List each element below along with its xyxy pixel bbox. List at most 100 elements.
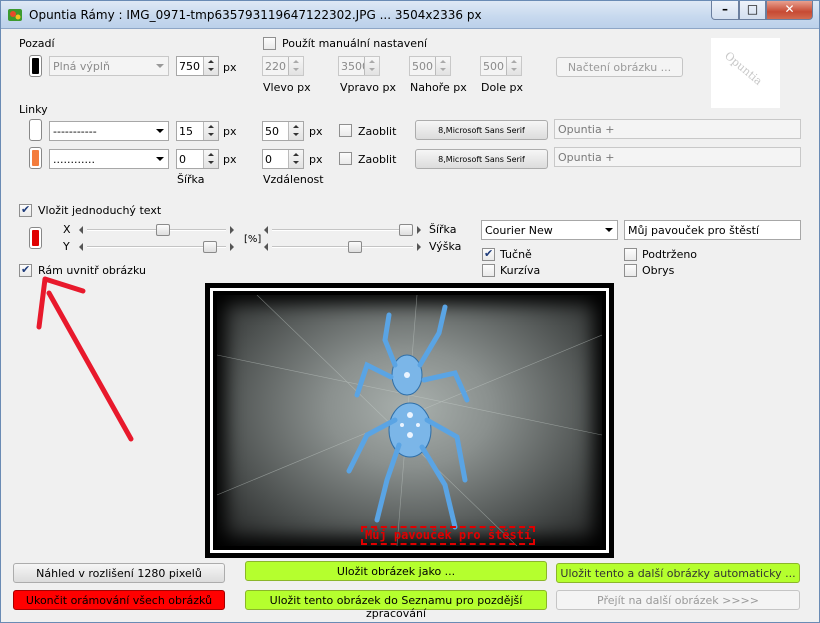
spin-arrows-icon[interactable] [435,57,450,75]
annotation-arrow [36,276,134,442]
italic-label: Kurzíva [500,264,541,277]
background-fill-value: Plná výplň [53,60,110,73]
y-label: Y [63,240,70,253]
left-arrow-icon[interactable] [79,243,83,251]
left-arrow-icon[interactable] [264,243,268,251]
line1-width-unit: px [223,125,237,138]
spin-arrows-icon[interactable] [364,57,379,75]
line1-style-select[interactable]: ----------- [49,121,169,141]
line1-distance-stepper[interactable]: 50 [262,121,304,141]
right-offset-stepper[interactable]: 3500 [338,56,380,76]
maximize-button[interactable]: □ [739,1,766,20]
quit-all-button[interactable]: Ukončit orámování všech obrázků [13,590,225,610]
line2-round-label: Zaoblit [358,153,397,166]
load-image-button[interactable]: Načtení obrázku ... [556,57,683,77]
title-bar[interactable]: Opuntia Rámy : IMG_0971-tmp6357931196471… [1,1,819,29]
text-color-swatch[interactable] [29,227,42,249]
underline-label: Podtrženo [642,248,698,261]
right-arrow-icon[interactable] [417,243,421,251]
spin-arrows-icon[interactable] [288,57,303,75]
bottom-offset-value: 500 [483,60,504,73]
background-section-label: Pozadí [19,37,55,50]
left-offset-value: 220 [265,60,286,73]
manual-settings-checkbox[interactable] [263,37,276,50]
right-arrow-icon[interactable] [230,226,234,234]
top-offset-stepper[interactable]: 500 [409,56,451,76]
line2-font-button[interactable]: 8,Microsoft Sans Serif [415,149,548,169]
spin-arrows-icon[interactable] [203,150,218,168]
spin-arrows-icon[interactable] [288,150,303,168]
chevron-down-icon [156,157,164,161]
background-color-swatch[interactable] [29,55,42,77]
simple-text-checkbox[interactable] [19,203,32,217]
line2-color-fill [32,150,39,166]
save-auto-button[interactable]: Uložit tento a další obrázky automaticky… [556,563,800,583]
font-select-value: Courier New [485,224,553,237]
background-width-unit: px [223,61,237,74]
line2-distance-stepper[interactable]: 0 [262,149,304,169]
text-width-slider[interactable] [264,223,421,237]
chevron-down-icon [156,64,164,68]
underline-checkbox[interactable] [624,248,637,261]
line-distance-label: Vzdálenost [263,173,324,186]
slider-thumb[interactable] [155,224,170,236]
save-as-button[interactable]: Uložit obrázek jako ... [245,561,547,581]
left-arrow-icon[interactable] [79,226,83,234]
bold-checkbox[interactable] [482,247,495,261]
line1-color-fill [32,122,39,138]
next-image-button[interactable]: Přejít na další obrázek >>>> [556,590,800,610]
bold-label: Tučně [500,248,532,261]
line1-color-swatch[interactable] [29,119,42,141]
slider-thumb[interactable] [348,241,363,253]
x-position-slider[interactable] [79,223,234,237]
photo-area [216,294,603,547]
spin-arrows-icon[interactable] [203,122,218,140]
minimize-icon: – [722,2,728,16]
left-arrow-icon[interactable] [264,226,268,234]
left-offset-stepper[interactable]: 220 [262,56,304,76]
y-position-slider[interactable] [79,240,234,254]
bottom-offset-stepper[interactable]: 500 [480,56,522,76]
top-offset-label: Nahoře px [410,81,467,94]
spin-arrows-icon[interactable] [506,57,521,75]
line2-round-checkbox[interactable] [339,152,352,165]
line1-distance-unit: px [309,125,323,138]
line2-width-value: 0 [179,153,186,166]
logo-preview: Opuntia [711,38,780,108]
spin-arrows-icon[interactable] [288,122,303,140]
lines-section-label: Linky [19,103,48,116]
line2-text-input[interactable]: Opuntia + [554,147,801,167]
line1-font-button[interactable]: 8,Microsoft Sans Serif [415,120,548,140]
save-to-list-button[interactable]: Uložit tento obrázek do Seznamu pro pozd… [245,590,547,620]
line2-text-value: Opuntia + [558,151,615,164]
bottom-offset-label: Dole px [481,81,524,94]
line1-distance-value: 50 [265,125,279,138]
right-arrow-icon[interactable] [230,243,234,251]
line2-color-swatch[interactable] [29,147,42,169]
slider-thumb[interactable] [203,241,218,253]
manual-settings-label: Použít manuální nastavení [282,37,428,50]
preview-1280-button[interactable]: Náhled v rozlišení 1280 pixelů [13,563,225,583]
chevron-down-icon [605,228,613,232]
minimize-button[interactable]: – [711,1,739,20]
outline-checkbox[interactable] [624,264,637,277]
font-select[interactable]: Courier New [481,220,618,240]
left-offset-label: Vlevo px [263,81,311,94]
line1-text-input[interactable]: Opuntia + [554,119,801,139]
close-button[interactable]: ✕ [766,1,813,20]
text-height-slider[interactable] [264,240,421,254]
text-color-fill [32,230,39,246]
right-arrow-icon[interactable] [417,226,421,234]
background-width-stepper[interactable]: 750 [176,56,219,76]
line2-style-select[interactable]: ............ [49,149,169,169]
app-icon [8,9,22,21]
line1-round-label: Zaoblit [358,125,397,138]
slider-thumb[interactable] [399,224,413,236]
line1-width-stepper[interactable]: 15 [176,121,219,141]
background-fill-select[interactable]: Plná výplň [49,56,169,76]
spin-arrows-icon[interactable] [203,57,218,75]
overlay-text-input[interactable]: Můj pavouček pro štěstí [624,220,801,240]
line2-width-stepper[interactable]: 0 [176,149,219,169]
italic-checkbox[interactable] [482,264,495,277]
line1-round-checkbox[interactable] [339,124,352,137]
